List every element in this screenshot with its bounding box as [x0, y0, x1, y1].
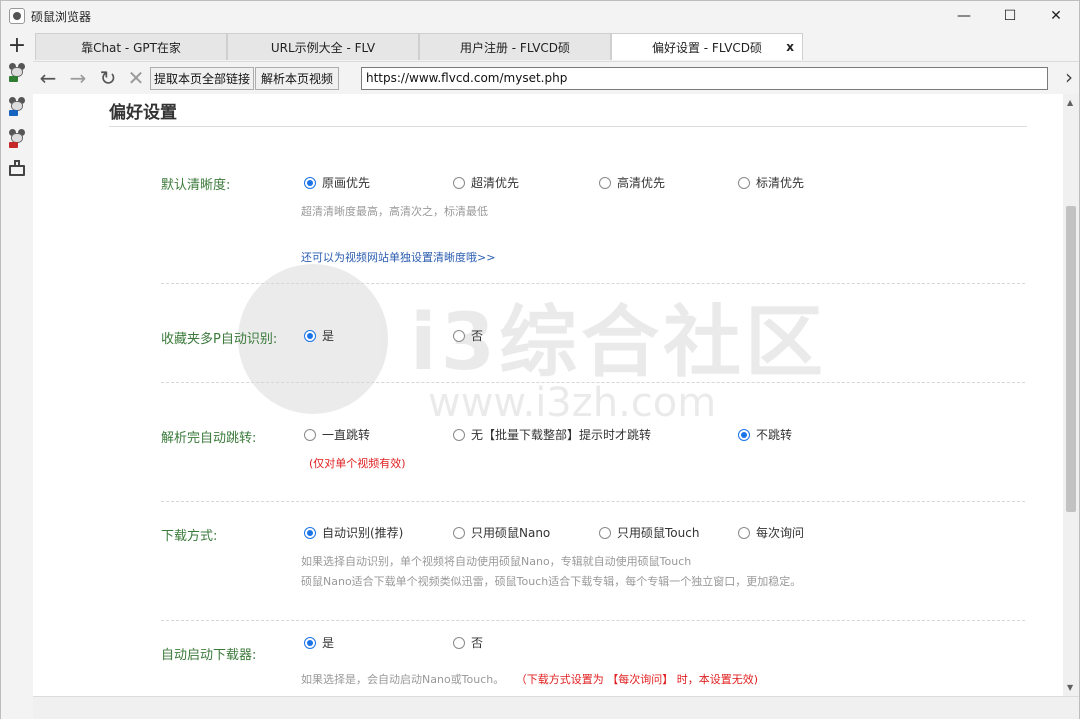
extract-links-button[interactable]: 提取本页全部链接 [150, 67, 254, 90]
radio-unselected [738, 526, 750, 539]
watermark-url: www.i3zh.com [428, 380, 717, 426]
download-mode-label: 下载方式: [161, 529, 218, 544]
forward-arrow-icon[interactable]: → [65, 65, 91, 91]
parse-video-button[interactable]: 解析本页视频 [255, 67, 339, 90]
multi-p-label: 收藏夹多P自动识别: [161, 332, 278, 347]
navigation-bar: ← → ↻ ✕ 提取本页全部链接 解析本页视频 https://www.flvc… [33, 61, 1079, 93]
reload-icon[interactable]: ↻ [95, 65, 121, 91]
radio-selected [304, 526, 316, 539]
auto-jump-label: 解析完自动跳转: [161, 431, 257, 446]
section-divider [161, 501, 1025, 502]
quality-option-original[interactable]: 原画优先 [304, 174, 370, 191]
radio-unselected [453, 176, 465, 189]
radio-selected [304, 636, 316, 649]
section-divider [161, 382, 1025, 383]
multi-p-option-no[interactable]: 否 [453, 327, 483, 344]
tab-url-examples[interactable]: URL示例大全 - FLV [227, 33, 419, 60]
minimize-button[interactable]: — [941, 1, 987, 31]
download-mode-option-auto[interactable]: 自动识别(推荐) [304, 524, 403, 541]
download-mode-option-touch[interactable]: 只用硕鼠Touch [599, 524, 699, 541]
basket-icon [8, 160, 26, 176]
scroll-up-icon[interactable]: ▲ [1067, 98, 1073, 107]
radio-unselected [599, 176, 611, 189]
title-divider [109, 126, 1027, 127]
tab-preferences[interactable]: 偏好设置 - FLVCD硕 x [611, 33, 803, 60]
tab-register[interactable]: 用户注册 - FLVCD硕 [419, 33, 611, 60]
auto-jump-option-always[interactable]: 一直跳转 [304, 426, 370, 443]
shuoshu-tool-button-3[interactable] [6, 127, 28, 149]
window-controls: — ☐ ✕ [941, 1, 1079, 31]
radio-unselected [453, 329, 465, 342]
shuoshu-tool-button-1[interactable] [6, 61, 28, 83]
left-toolbar: + [1, 31, 33, 719]
app-title: 硕鼠浏览器 [31, 9, 92, 24]
tab-preferences-label: 偏好设置 - FLVCD硕 [651, 40, 763, 55]
auto-start-note-main: 如果选择是，会自动启动Nano或Touch。 [301, 673, 505, 686]
shuoshu-tool-button-2[interactable] [6, 95, 28, 117]
vertical-scrollbar[interactable]: ▲ ▼ [1063, 94, 1079, 696]
download-mode-note-1: 如果选择自动识别，单个视频将自动使用硕鼠Nano，专辑就自动使用硕鼠Touch [301, 555, 692, 568]
radio-selected [304, 329, 316, 342]
auto-jump-option-never[interactable]: 不跳转 [738, 426, 792, 443]
auto-start-label: 自动启动下载器: [161, 648, 257, 663]
plus-icon: + [7, 33, 27, 58]
auto-start-option-no[interactable]: 否 [453, 634, 483, 651]
page-title: 偏好设置 [109, 103, 177, 123]
title-bar: 硕鼠浏览器 — ☐ ✕ [1, 1, 1079, 31]
download-mode-note-2: 硕鼠Nano适合下载单个视频类似迅雷，硕鼠Touch适合下载专辑，每个专辑一个独… [301, 575, 802, 588]
back-arrow-icon[interactable]: ← [35, 65, 61, 91]
maximize-button[interactable]: ☐ [987, 1, 1033, 31]
radio-unselected [453, 428, 465, 441]
auto-start-note-warning: （下载方式设置为 【每次询问】 时，本设置无效) [515, 673, 759, 686]
quality-note: 超清清晰度最高，高清次之，标清最低 [301, 205, 488, 218]
new-tab-button[interactable]: + [6, 35, 28, 57]
mouse-video-icon [8, 97, 26, 116]
quality-option-super[interactable]: 超清优先 [453, 174, 519, 191]
auto-start-note: 如果选择是，会自动启动Nano或Touch。 （下载方式设置为 【每次询问】 时… [301, 671, 758, 687]
download-mode-option-ask[interactable]: 每次询问 [738, 524, 804, 541]
chevron-right-icon[interactable]: › [1065, 65, 1073, 89]
radio-unselected [738, 176, 750, 189]
tab-close-icon[interactable]: x [786, 40, 794, 54]
close-window-button[interactable]: ✕ [1033, 1, 1079, 31]
tab-bar: 靠Chat - GPT在家 URL示例大全 - FLV 用户注册 - FLVCD… [33, 32, 1079, 60]
quality-option-high[interactable]: 高清优先 [599, 174, 665, 191]
watermark: i3综合社区 www.i3zh.com [238, 244, 838, 444]
quality-label: 默认清晰度: [161, 178, 231, 193]
scrollbar-thumb[interactable] [1066, 206, 1076, 512]
auto-start-option-yes[interactable]: 是 [304, 634, 334, 651]
radio-unselected [599, 526, 611, 539]
scroll-down-icon[interactable]: ▼ [1067, 683, 1073, 692]
tab-chat[interactable]: 靠Chat - GPT在家 [35, 33, 227, 60]
per-site-quality-link[interactable]: 还可以为视频网站单独设置清晰度哦>> [301, 249, 495, 265]
mouse-download-icon [8, 63, 26, 82]
radio-unselected [453, 636, 465, 649]
multi-p-option-yes[interactable]: 是 [304, 327, 334, 344]
quality-option-standard[interactable]: 标清优先 [738, 174, 804, 191]
app-mouse-icon [9, 8, 25, 24]
browser-window: 硕鼠浏览器 — ☐ ✕ + 靠Chat - GPT在家 URL示例大全 - FL… [0, 0, 1080, 719]
page-content: i3综合社区 www.i3zh.com 偏好设置 默认清晰度: 原画优先 超清优… [33, 94, 1063, 696]
status-bar [33, 696, 1079, 719]
section-divider [161, 283, 1025, 284]
section-divider [161, 620, 1025, 621]
clear-button[interactable] [6, 157, 28, 179]
radio-unselected [453, 526, 465, 539]
mouse-record-icon [8, 129, 26, 148]
radio-selected [304, 176, 316, 189]
stop-icon[interactable]: ✕ [123, 65, 149, 91]
auto-jump-note: (仅对单个视频有效) [309, 457, 406, 470]
address-bar[interactable]: https://www.flvcd.com/myset.php [361, 67, 1048, 90]
download-mode-option-nano[interactable]: 只用硕鼠Nano [453, 524, 550, 541]
auto-jump-option-conditional[interactable]: 无【批量下载整部】提示时才跳转 [453, 426, 651, 443]
radio-selected [738, 428, 750, 441]
radio-unselected [304, 428, 316, 441]
